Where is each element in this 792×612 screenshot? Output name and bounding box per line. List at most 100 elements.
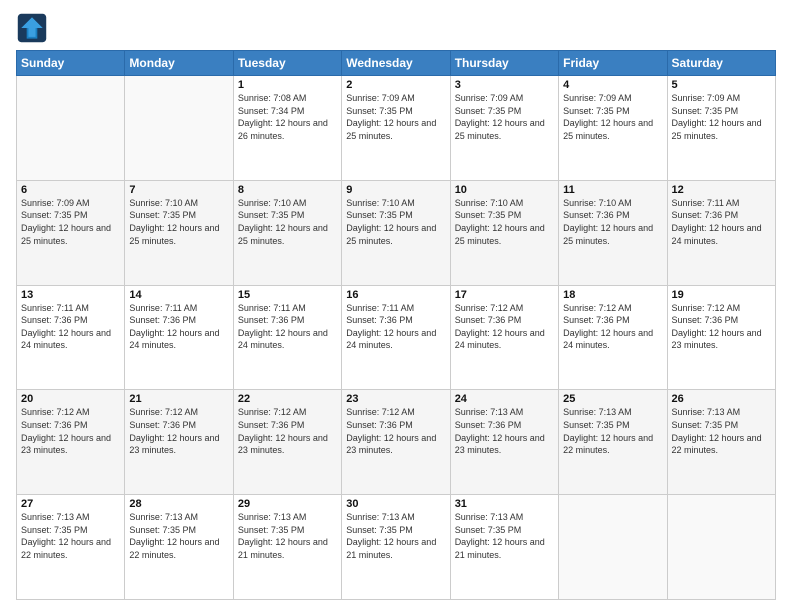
sunset-text: Sunset: 7:35 PM <box>563 106 630 116</box>
sunset-text: Sunset: 7:36 PM <box>21 420 88 430</box>
logo-icon <box>16 12 48 44</box>
calendar-week-row: 20 Sunrise: 7:12 AM Sunset: 7:36 PM Dayl… <box>17 390 776 495</box>
sunset-text: Sunset: 7:34 PM <box>238 106 305 116</box>
calendar-cell: 11 Sunrise: 7:10 AM Sunset: 7:36 PM Dayl… <box>559 180 667 285</box>
day-info: Sunrise: 7:12 AM Sunset: 7:36 PM Dayligh… <box>346 406 445 456</box>
sunset-text: Sunset: 7:36 PM <box>563 210 630 220</box>
day-number: 21 <box>129 393 228 405</box>
daylight-text: Daylight: 12 hours and 25 minutes. <box>455 223 545 246</box>
day-info: Sunrise: 7:12 AM Sunset: 7:36 PM Dayligh… <box>563 302 662 352</box>
daylight-text: Daylight: 12 hours and 25 minutes. <box>346 223 436 246</box>
sunrise-text: Sunrise: 7:11 AM <box>129 303 197 313</box>
daylight-text: Daylight: 12 hours and 23 minutes. <box>238 433 328 456</box>
calendar-cell <box>667 495 775 600</box>
calendar-cell: 30 Sunrise: 7:13 AM Sunset: 7:35 PM Dayl… <box>342 495 450 600</box>
calendar-cell: 8 Sunrise: 7:10 AM Sunset: 7:35 PM Dayli… <box>233 180 341 285</box>
day-number: 6 <box>21 184 120 196</box>
sunrise-text: Sunrise: 7:09 AM <box>672 93 741 103</box>
calendar-cell: 18 Sunrise: 7:12 AM Sunset: 7:36 PM Dayl… <box>559 285 667 390</box>
sunrise-text: Sunrise: 7:11 AM <box>21 303 89 313</box>
calendar-cell: 26 Sunrise: 7:13 AM Sunset: 7:35 PM Dayl… <box>667 390 775 495</box>
day-info: Sunrise: 7:10 AM Sunset: 7:35 PM Dayligh… <box>238 197 337 247</box>
daylight-text: Daylight: 12 hours and 21 minutes. <box>455 537 545 560</box>
daylight-text: Daylight: 12 hours and 22 minutes. <box>672 433 762 456</box>
sunrise-text: Sunrise: 7:10 AM <box>455 198 524 208</box>
calendar-day-header: Monday <box>125 51 233 76</box>
sunrise-text: Sunrise: 7:13 AM <box>563 407 632 417</box>
daylight-text: Daylight: 12 hours and 23 minutes. <box>129 433 219 456</box>
sunset-text: Sunset: 7:35 PM <box>21 210 88 220</box>
daylight-text: Daylight: 12 hours and 24 minutes. <box>21 328 111 351</box>
sunset-text: Sunset: 7:36 PM <box>346 315 413 325</box>
daylight-text: Daylight: 12 hours and 26 minutes. <box>238 118 328 141</box>
sunset-text: Sunset: 7:35 PM <box>346 210 413 220</box>
calendar-day-header: Tuesday <box>233 51 341 76</box>
day-number: 30 <box>346 498 445 510</box>
day-number: 29 <box>238 498 337 510</box>
sunset-text: Sunset: 7:36 PM <box>455 420 522 430</box>
sunrise-text: Sunrise: 7:11 AM <box>346 303 414 313</box>
day-number: 26 <box>672 393 771 405</box>
sunset-text: Sunset: 7:35 PM <box>129 210 196 220</box>
sunrise-text: Sunrise: 7:13 AM <box>346 512 415 522</box>
calendar-cell: 31 Sunrise: 7:13 AM Sunset: 7:35 PM Dayl… <box>450 495 558 600</box>
sunrise-text: Sunrise: 7:12 AM <box>238 407 307 417</box>
daylight-text: Daylight: 12 hours and 22 minutes. <box>129 537 219 560</box>
calendar-week-row: 13 Sunrise: 7:11 AM Sunset: 7:36 PM Dayl… <box>17 285 776 390</box>
calendar-cell: 19 Sunrise: 7:12 AM Sunset: 7:36 PM Dayl… <box>667 285 775 390</box>
sunset-text: Sunset: 7:36 PM <box>129 315 196 325</box>
calendar-cell: 21 Sunrise: 7:12 AM Sunset: 7:36 PM Dayl… <box>125 390 233 495</box>
day-info: Sunrise: 7:11 AM Sunset: 7:36 PM Dayligh… <box>346 302 445 352</box>
sunset-text: Sunset: 7:36 PM <box>346 420 413 430</box>
sunset-text: Sunset: 7:36 PM <box>21 315 88 325</box>
sunset-text: Sunset: 7:36 PM <box>129 420 196 430</box>
sunset-text: Sunset: 7:36 PM <box>238 315 305 325</box>
sunrise-text: Sunrise: 7:13 AM <box>672 407 741 417</box>
daylight-text: Daylight: 12 hours and 25 minutes. <box>563 223 653 246</box>
day-number: 2 <box>346 79 445 91</box>
day-info: Sunrise: 7:11 AM Sunset: 7:36 PM Dayligh… <box>129 302 228 352</box>
sunset-text: Sunset: 7:35 PM <box>672 106 739 116</box>
calendar-cell: 22 Sunrise: 7:12 AM Sunset: 7:36 PM Dayl… <box>233 390 341 495</box>
sunrise-text: Sunrise: 7:09 AM <box>346 93 415 103</box>
sunrise-text: Sunrise: 7:13 AM <box>21 512 90 522</box>
day-number: 10 <box>455 184 554 196</box>
day-number: 1 <box>238 79 337 91</box>
logo <box>16 12 52 44</box>
daylight-text: Daylight: 12 hours and 24 minutes. <box>129 328 219 351</box>
day-info: Sunrise: 7:12 AM Sunset: 7:36 PM Dayligh… <box>455 302 554 352</box>
calendar-cell: 6 Sunrise: 7:09 AM Sunset: 7:35 PM Dayli… <box>17 180 125 285</box>
day-number: 31 <box>455 498 554 510</box>
sunset-text: Sunset: 7:35 PM <box>238 525 305 535</box>
day-info: Sunrise: 7:13 AM Sunset: 7:36 PM Dayligh… <box>455 406 554 456</box>
daylight-text: Daylight: 12 hours and 23 minutes. <box>455 433 545 456</box>
sunset-text: Sunset: 7:35 PM <box>21 525 88 535</box>
day-number: 5 <box>672 79 771 91</box>
calendar-cell: 15 Sunrise: 7:11 AM Sunset: 7:36 PM Dayl… <box>233 285 341 390</box>
daylight-text: Daylight: 12 hours and 25 minutes. <box>238 223 328 246</box>
day-number: 4 <box>563 79 662 91</box>
daylight-text: Daylight: 12 hours and 23 minutes. <box>21 433 111 456</box>
day-info: Sunrise: 7:13 AM Sunset: 7:35 PM Dayligh… <box>672 406 771 456</box>
sunset-text: Sunset: 7:35 PM <box>129 525 196 535</box>
sunrise-text: Sunrise: 7:10 AM <box>129 198 198 208</box>
day-number: 11 <box>563 184 662 196</box>
page: SundayMondayTuesdayWednesdayThursdayFrid… <box>0 0 792 612</box>
sunrise-text: Sunrise: 7:09 AM <box>563 93 632 103</box>
calendar-cell: 3 Sunrise: 7:09 AM Sunset: 7:35 PM Dayli… <box>450 76 558 181</box>
daylight-text: Daylight: 12 hours and 24 minutes. <box>346 328 436 351</box>
day-number: 25 <box>563 393 662 405</box>
sunset-text: Sunset: 7:35 PM <box>346 525 413 535</box>
sunrise-text: Sunrise: 7:08 AM <box>238 93 307 103</box>
daylight-text: Daylight: 12 hours and 24 minutes. <box>563 328 653 351</box>
sunrise-text: Sunrise: 7:09 AM <box>455 93 524 103</box>
sunset-text: Sunset: 7:35 PM <box>563 420 630 430</box>
day-number: 3 <box>455 79 554 91</box>
daylight-text: Daylight: 12 hours and 25 minutes. <box>563 118 653 141</box>
day-number: 12 <box>672 184 771 196</box>
daylight-text: Daylight: 12 hours and 24 minutes. <box>672 223 762 246</box>
sunrise-text: Sunrise: 7:10 AM <box>238 198 307 208</box>
daylight-text: Daylight: 12 hours and 21 minutes. <box>238 537 328 560</box>
daylight-text: Daylight: 12 hours and 22 minutes. <box>563 433 653 456</box>
day-info: Sunrise: 7:11 AM Sunset: 7:36 PM Dayligh… <box>238 302 337 352</box>
